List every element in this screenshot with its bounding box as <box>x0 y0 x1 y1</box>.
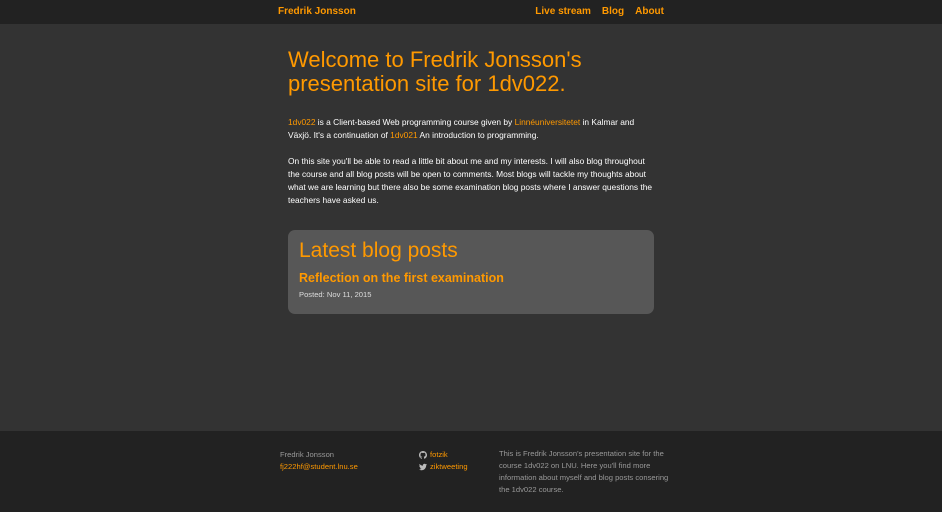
footer-contact: Fredrik Jonsson fj222hf@student.lnu.se <box>280 449 358 473</box>
nav-live-stream[interactable]: Live stream <box>535 6 591 17</box>
footer-name: Fredrik Jonsson <box>280 450 335 459</box>
course-1dv022-link[interactable]: 1dv022 <box>288 117 315 127</box>
footer: Fredrik Jonsson fj222hf@student.lnu.se f… <box>0 431 942 512</box>
github-row: fotzik <box>419 449 468 461</box>
blog-post-title[interactable]: Reflection on the first examination <box>299 271 504 285</box>
intro-text-1: is a Client-based Web programming course… <box>315 117 515 127</box>
lnu-link[interactable]: Linnéuniversitetet <box>515 117 581 127</box>
twitter-row: ziktweeting <box>419 461 468 473</box>
brand-link[interactable]: Fredrik Jonsson <box>278 6 356 17</box>
github-icon <box>419 451 427 459</box>
intro-paragraph: 1dv022 is a Client-based Web programming… <box>288 116 654 142</box>
blog-post-link[interactable]: Reflection on the first examination <box>299 270 643 286</box>
footer-about-text: This is Fredrik Jonsson's presentation s… <box>499 449 669 494</box>
twitter-link[interactable]: ziktweeting <box>430 461 468 473</box>
twitter-icon <box>419 463 427 471</box>
about-site-paragraph: On this site you'll be able to read a li… <box>288 156 653 205</box>
latest-posts-heading: Latest blog posts <box>299 239 458 262</box>
footer-social: fotzik ziktweeting <box>419 449 468 473</box>
course-1dv021-link[interactable]: 1dv021 <box>390 130 417 140</box>
page-title: Welcome to Fredrik Jonsson's presentatio… <box>288 47 582 96</box>
github-link[interactable]: fotzik <box>430 449 448 461</box>
nav-menu: Live stream Blog About <box>535 6 664 17</box>
nav-blog[interactable]: Blog <box>602 6 624 17</box>
main-content: Welcome to Fredrik Jonsson's presentatio… <box>288 48 654 314</box>
intro-text-3: An introduction to programming. <box>417 130 539 140</box>
post-date: Posted: Nov 11, 2015 <box>299 290 372 299</box>
footer-email-link[interactable]: fj222hf@student.lnu.se <box>280 462 358 471</box>
latest-posts-card: Latest blog posts Reflection on the firs… <box>288 230 654 314</box>
nav-about[interactable]: About <box>635 6 664 17</box>
top-navbar: Fredrik Jonsson Live stream Blog About <box>0 0 942 24</box>
